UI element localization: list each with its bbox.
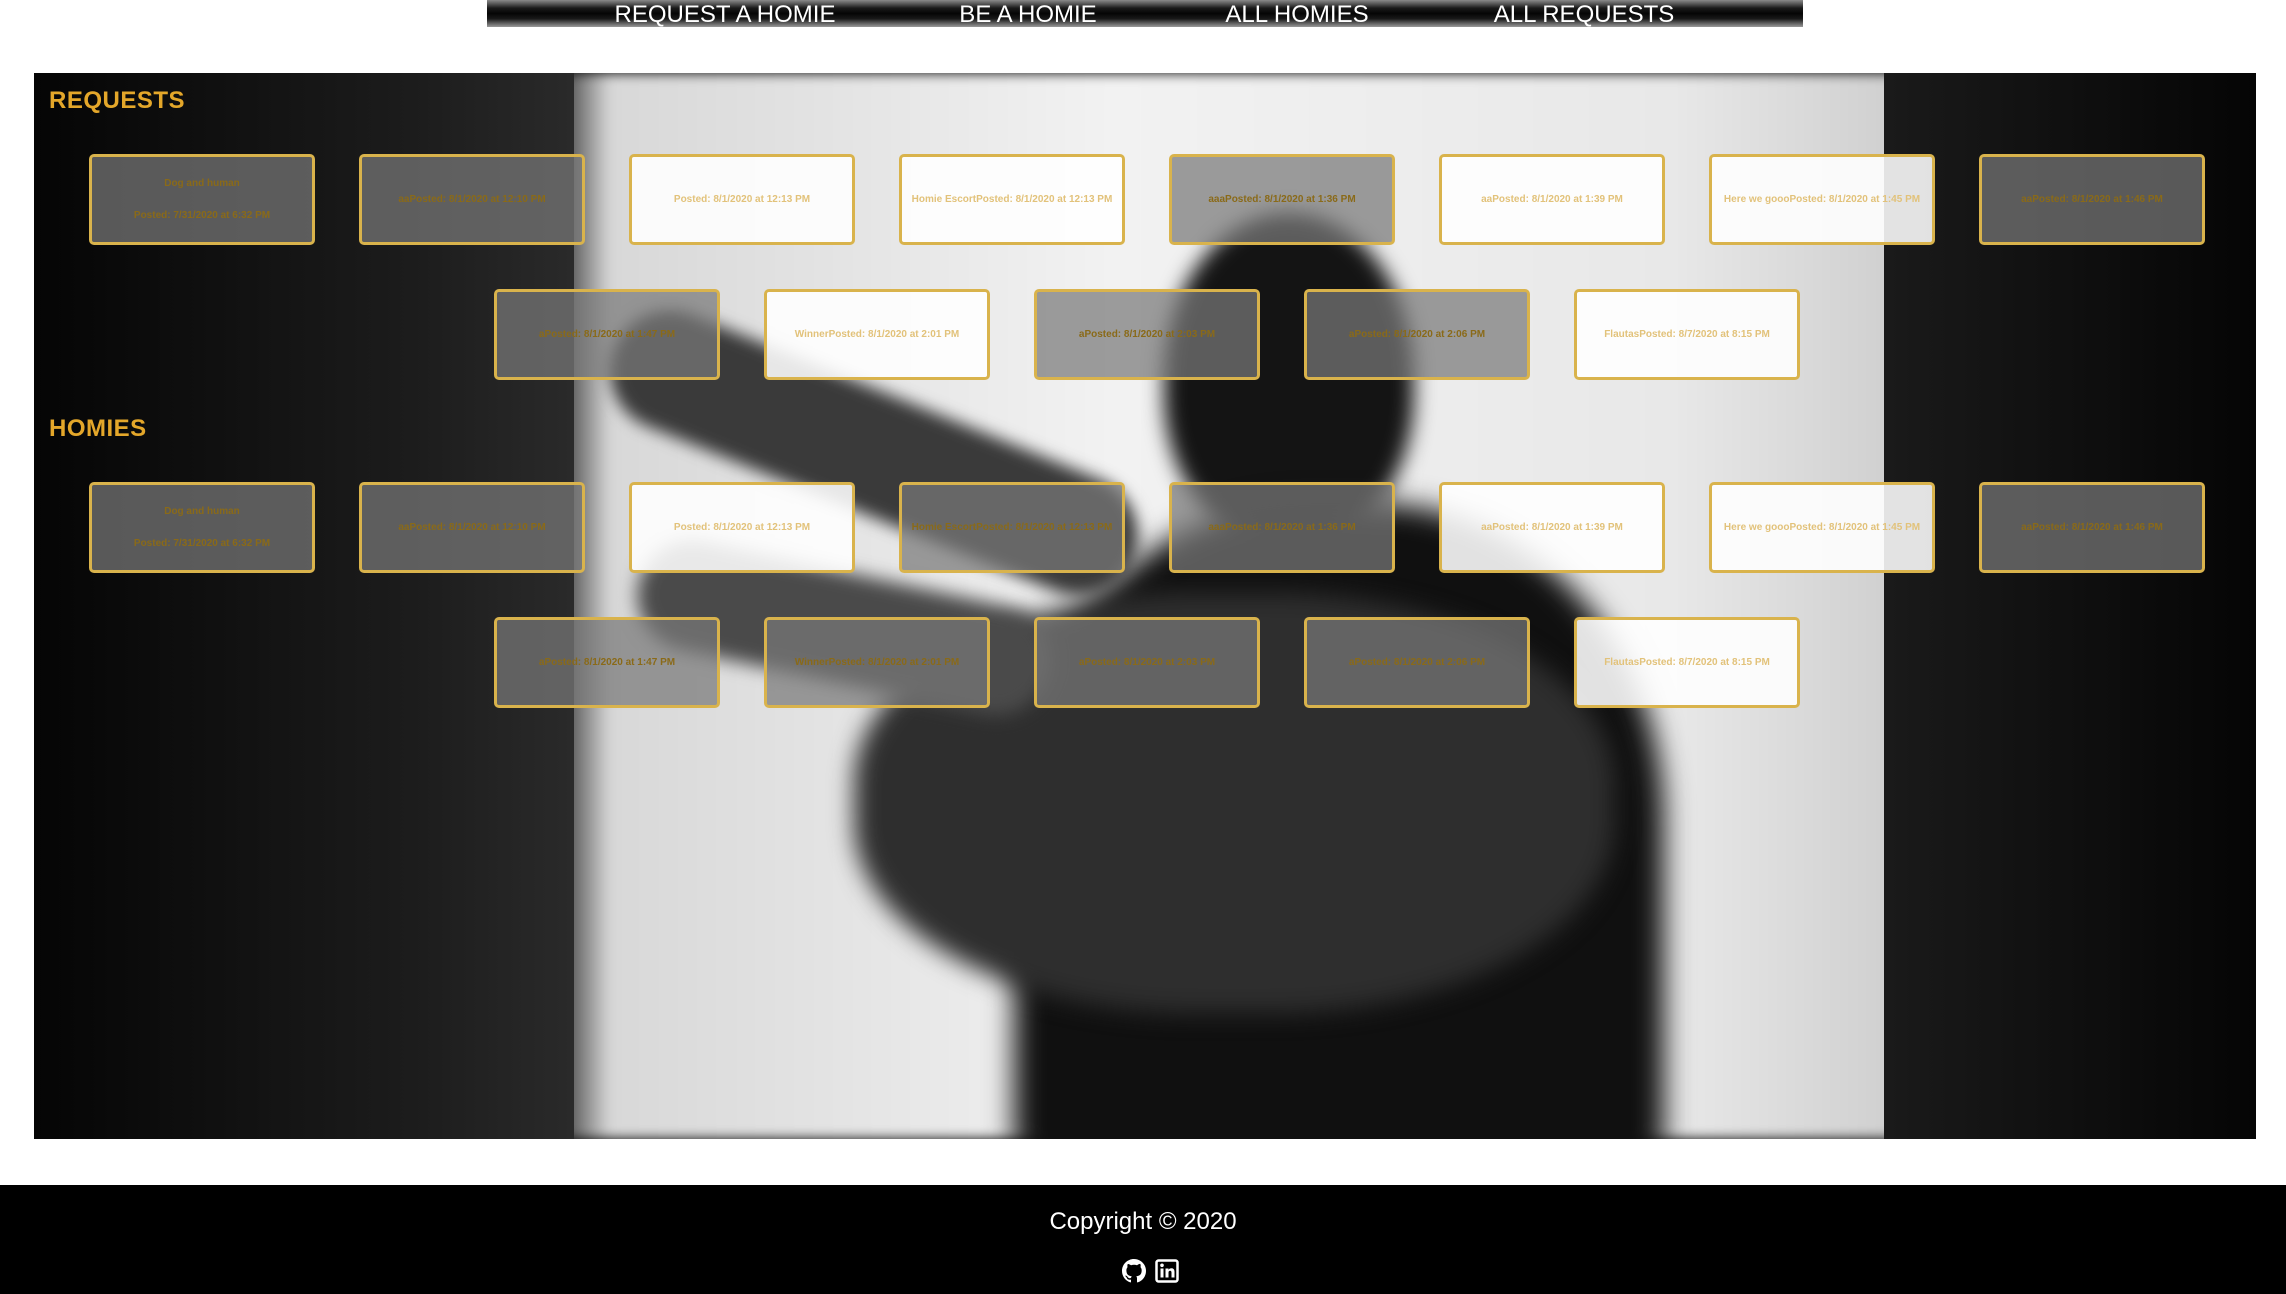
request-card[interactable]: Here we goooPosted: 8/1/2020 at 1:45 PM <box>1709 154 1935 245</box>
footer: Copyright © 2020 <box>0 1185 2286 1294</box>
card-title: aPosted: 8/1/2020 at 1:47 PM <box>538 656 676 668</box>
card-title: FlautasPosted: 8/7/2020 at 8:15 PM <box>1604 328 1770 340</box>
homie-card[interactable]: aaPosted: 8/1/2020 at 1:46 PM <box>1979 482 2205 573</box>
homie-card[interactable]: aPosted: 8/1/2020 at 1:47 PM <box>494 617 720 708</box>
homie-card[interactable]: aaPosted: 8/1/2020 at 12:10 PM <box>359 482 585 573</box>
nav-all-homies[interactable]: ALL HOMIES <box>1225 0 1368 28</box>
homie-card[interactable]: Homie EscortPosted: 8/1/2020 at 12:13 PM <box>899 482 1125 573</box>
card-title: aPosted: 8/1/2020 at 2:03 PM <box>1078 656 1216 668</box>
card-title: aaPosted: 8/1/2020 at 1:39 PM <box>1481 193 1623 205</box>
request-card[interactable]: aaPosted: 8/1/2020 at 1:39 PM <box>1439 154 1665 245</box>
card-title: aaPosted: 8/1/2020 at 12:10 PM <box>398 193 546 205</box>
copyright-text: Copyright © 2020 <box>1049 1208 1237 1235</box>
request-card[interactable]: aPosted: 8/1/2020 at 2:06 PM <box>1304 289 1530 380</box>
top-navbar: REQUEST A HOMIE BE A HOMIE ALL HOMIES AL… <box>487 0 1803 28</box>
request-card[interactable]: Dog and human Posted: 7/31/2020 at 6:32 P… <box>89 154 315 245</box>
request-card[interactable]: aPosted: 8/1/2020 at 2:03 PM <box>1034 289 1260 380</box>
card-title: Dog and human <box>164 505 240 517</box>
card-title: Homie EscortPosted: 8/1/2020 at 12:13 PM <box>911 521 1113 533</box>
homie-card[interactable]: FlautasPosted: 8/7/2020 at 8:15 PM <box>1574 617 1800 708</box>
nav-request-a-homie[interactable]: REQUEST A HOMIE <box>615 0 836 28</box>
requests-heading: REQUESTS <box>49 87 186 114</box>
homie-card[interactable]: Dog and human Posted: 7/31/2020 at 6:32 P… <box>89 482 315 573</box>
request-card[interactable]: FlautasPosted: 8/7/2020 at 8:15 PM <box>1574 289 1800 380</box>
card-title: WinnerPosted: 8/1/2020 at 2:01 PM <box>794 328 960 340</box>
card-title: aPosted: 8/1/2020 at 2:06 PM <box>1348 656 1486 668</box>
homie-card[interactable]: Posted: 8/1/2020 at 12:13 PM <box>629 482 855 573</box>
homie-card[interactable]: aPosted: 8/1/2020 at 2:03 PM <box>1034 617 1260 708</box>
social-links <box>1122 1259 1179 1283</box>
homie-card[interactable]: aaPosted: 8/1/2020 at 1:39 PM <box>1439 482 1665 573</box>
request-card[interactable]: aaPosted: 8/1/2020 at 1:46 PM <box>1979 154 2205 245</box>
homies-heading: HOMIES <box>49 415 147 442</box>
card-title: WinnerPosted: 8/1/2020 at 2:01 PM <box>794 656 960 668</box>
card-title: aaPosted: 8/1/2020 at 12:10 PM <box>398 521 546 533</box>
linkedin-icon[interactable] <box>1155 1259 1179 1283</box>
card-title: aPosted: 8/1/2020 at 2:06 PM <box>1348 328 1486 340</box>
nav-all-requests[interactable]: ALL REQUESTS <box>1494 0 1675 28</box>
card-title: Here we goooPosted: 8/1/2020 at 1:45 PM <box>1723 193 1921 205</box>
github-icon[interactable] <box>1122 1259 1146 1283</box>
card-posted-date: Posted: 7/31/2020 at 6:32 PM <box>133 537 271 549</box>
card-title: aaaPosted: 8/1/2020 at 1:36 PM <box>1208 193 1356 205</box>
card-title: aaPosted: 8/1/2020 at 1:39 PM <box>1481 521 1623 533</box>
request-card[interactable]: Posted: 8/1/2020 at 12:13 PM <box>629 154 855 245</box>
card-title: aPosted: 8/1/2020 at 2:03 PM <box>1078 328 1216 340</box>
card-posted-date: Posted: 7/31/2020 at 6:32 PM <box>133 209 271 221</box>
card-title: aaPosted: 8/1/2020 at 1:46 PM <box>2021 521 2163 533</box>
card-title: Posted: 8/1/2020 at 12:13 PM <box>673 521 811 533</box>
request-card[interactable]: WinnerPosted: 8/1/2020 at 2:01 PM <box>764 289 990 380</box>
request-card[interactable]: aaPosted: 8/1/2020 at 12:10 PM <box>359 154 585 245</box>
request-card[interactable]: aPosted: 8/1/2020 at 1:47 PM <box>494 289 720 380</box>
card-title: aaPosted: 8/1/2020 at 1:46 PM <box>2021 193 2163 205</box>
request-card[interactable]: aaaPosted: 8/1/2020 at 1:36 PM <box>1169 154 1395 245</box>
homie-card[interactable]: aPosted: 8/1/2020 at 2:06 PM <box>1304 617 1530 708</box>
card-title: Dog and human <box>164 177 240 189</box>
request-card[interactable]: Homie EscortPosted: 8/1/2020 at 12:13 PM <box>899 154 1125 245</box>
card-title: Posted: 8/1/2020 at 12:13 PM <box>673 193 811 205</box>
homie-card[interactable]: aaaPosted: 8/1/2020 at 1:36 PM <box>1169 482 1395 573</box>
card-title: Homie EscortPosted: 8/1/2020 at 12:13 PM <box>911 193 1113 205</box>
card-title: FlautasPosted: 8/7/2020 at 8:15 PM <box>1604 656 1770 668</box>
card-title: aaaPosted: 8/1/2020 at 1:36 PM <box>1208 521 1356 533</box>
homie-card[interactable]: WinnerPosted: 8/1/2020 at 2:01 PM <box>764 617 990 708</box>
hero-background: REQUESTS Dog and human Posted: 7/31/2020 … <box>34 73 2256 1139</box>
card-title: Here we goooPosted: 8/1/2020 at 1:45 PM <box>1723 521 1921 533</box>
homie-card[interactable]: Here we goooPosted: 8/1/2020 at 1:45 PM <box>1709 482 1935 573</box>
card-title: aPosted: 8/1/2020 at 1:47 PM <box>538 328 676 340</box>
nav-be-a-homie[interactable]: BE A HOMIE <box>959 0 1096 28</box>
